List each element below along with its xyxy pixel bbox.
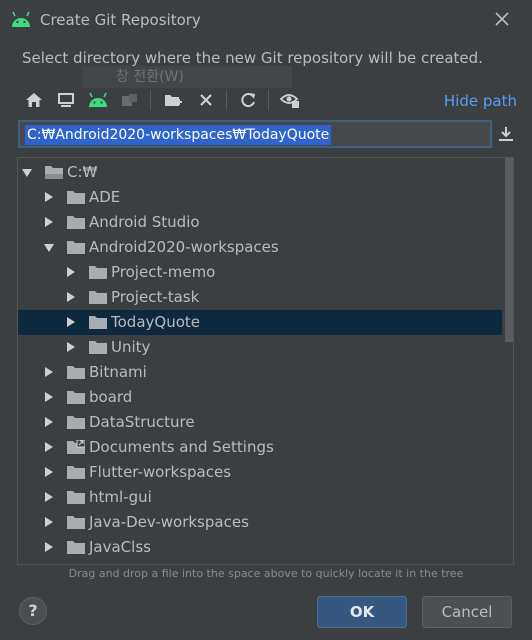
tree-row[interactable]: Java-Dev-workspaces (18, 510, 502, 535)
chevron-down-icon[interactable] (44, 244, 54, 252)
folder-icon (89, 265, 107, 279)
ghost-tooltip-text: 창 전환(W) (116, 69, 184, 85)
folder-icon (67, 240, 85, 254)
path-input[interactable]: C:₩Android2020-workspaces₩TodayQuote (25, 125, 332, 145)
tree-row-label: DataStructure (89, 413, 195, 431)
toolbar-separator (150, 90, 151, 110)
tree-scrollbar-thumb[interactable] (505, 158, 513, 342)
toolbar-separator (268, 90, 269, 110)
tree-row[interactable]: Flutter-workspaces (18, 460, 502, 485)
chevron-right-icon[interactable] (45, 542, 53, 552)
window-title: Create Git Repository (40, 11, 201, 29)
folder-icon (67, 515, 85, 529)
tree-row-label: Android Studio (89, 213, 200, 231)
title-bar: Create Git Repository (0, 0, 532, 40)
tree-row-label: html-gui (89, 488, 152, 506)
tree-row[interactable]: C:₩ (18, 160, 502, 185)
ghost-tooltip: 창 전환(W) (82, 66, 292, 88)
cancel-button[interactable]: Cancel (422, 596, 512, 628)
module-icon (118, 88, 142, 112)
desktop-icon[interactable] (54, 88, 78, 112)
tree-row[interactable]: Project-task (18, 285, 502, 310)
tree-row-label: Unity (111, 338, 151, 356)
chevron-right-icon[interactable] (67, 267, 75, 277)
tree-row[interactable]: board (18, 385, 502, 410)
toolbar (22, 88, 322, 112)
tree-row-label: ADE (89, 188, 121, 206)
download-icon[interactable] (497, 125, 515, 147)
drag-drop-hint: Drag and drop a file into the space abov… (68, 567, 464, 580)
tree-row[interactable]: ADE (18, 185, 502, 210)
folder-icon (67, 415, 85, 429)
refresh-icon[interactable] (236, 88, 260, 112)
chevron-right-icon[interactable] (67, 292, 75, 302)
chevron-right-icon[interactable] (67, 342, 75, 352)
tree-row[interactable]: DataStructure (18, 410, 502, 435)
tree-scrollbar[interactable] (504, 158, 513, 564)
android-icon[interactable] (86, 88, 110, 112)
chevron-right-icon[interactable] (45, 192, 53, 202)
home-icon[interactable] (22, 88, 46, 112)
drive-icon (45, 165, 63, 179)
folder-icon (89, 340, 107, 354)
tree-row[interactable]: JavaClss (18, 535, 502, 560)
folder-icon (67, 390, 85, 404)
tree-row-label: Java-Dev-workspaces (89, 513, 249, 531)
show-hidden-icon[interactable] (278, 88, 302, 112)
chevron-right-icon[interactable] (45, 367, 53, 377)
chevron-right-icon[interactable] (45, 517, 53, 527)
dialog-description: Select directory where the new Git repos… (22, 49, 483, 67)
tree-row[interactable]: Project-memo (18, 260, 502, 285)
folder-icon (67, 540, 85, 554)
tree-row-label: Project-task (111, 288, 200, 306)
tree-row-label: Android2020-workspaces (89, 238, 279, 256)
tree-row-label: JavaClss (89, 538, 151, 556)
tree-row[interactable]: html-gui (18, 485, 502, 510)
android-icon (10, 10, 32, 32)
directory-tree[interactable]: JavaClss Java-Dev-workspaces html-gui Flutt… (17, 157, 514, 565)
tree-row[interactable]: Android2020-workspaces (18, 235, 502, 260)
chevron-right-icon[interactable] (45, 467, 53, 477)
folder-icon (67, 465, 85, 479)
tree-row[interactable]: TodayQuote (18, 310, 502, 335)
folder-icon (67, 490, 85, 504)
tree-row-label: Bitnami (89, 363, 147, 381)
chevron-right-icon[interactable] (45, 392, 53, 402)
tree-row[interactable]: Android Studio (18, 210, 502, 235)
chevron-right-icon[interactable] (45, 442, 53, 452)
help-button[interactable]: ? (19, 597, 47, 625)
folder-icon (89, 315, 107, 329)
tree-row-label: board (89, 388, 133, 406)
chevron-right-icon[interactable] (45, 417, 53, 427)
tree-row[interactable]: Bitnami (18, 360, 502, 385)
folder-icon (89, 290, 107, 304)
tree-row-label: Project-memo (111, 263, 216, 281)
chevron-down-icon[interactable] (22, 169, 32, 177)
tree-row-label: Documents and Settings (89, 438, 274, 456)
ok-button[interactable]: OK (317, 596, 407, 628)
folder-icon (67, 190, 85, 204)
tree-row[interactable]: Unity (18, 335, 502, 360)
tree-row-label: TodayQuote (111, 313, 200, 331)
chevron-right-icon[interactable] (45, 217, 53, 227)
chevron-right-icon[interactable] (45, 492, 53, 502)
hide-path-link[interactable]: Hide path (444, 92, 517, 110)
folder-icon (67, 365, 85, 379)
link-folder-icon (67, 439, 86, 454)
toolbar-separator (226, 90, 227, 110)
tree-row-label: Flutter-workspaces (89, 463, 232, 481)
tree-row[interactable]: Documents and Settings (18, 435, 502, 460)
folder-icon (67, 215, 85, 229)
new-folder-icon[interactable] (162, 88, 186, 112)
tree-row-label: C:₩ (67, 163, 98, 181)
chevron-right-icon[interactable] (67, 317, 75, 327)
delete-icon[interactable] (194, 88, 218, 112)
path-field[interactable]: C:₩Android2020-workspaces₩TodayQuote (18, 120, 492, 148)
close-icon[interactable] (494, 11, 510, 31)
